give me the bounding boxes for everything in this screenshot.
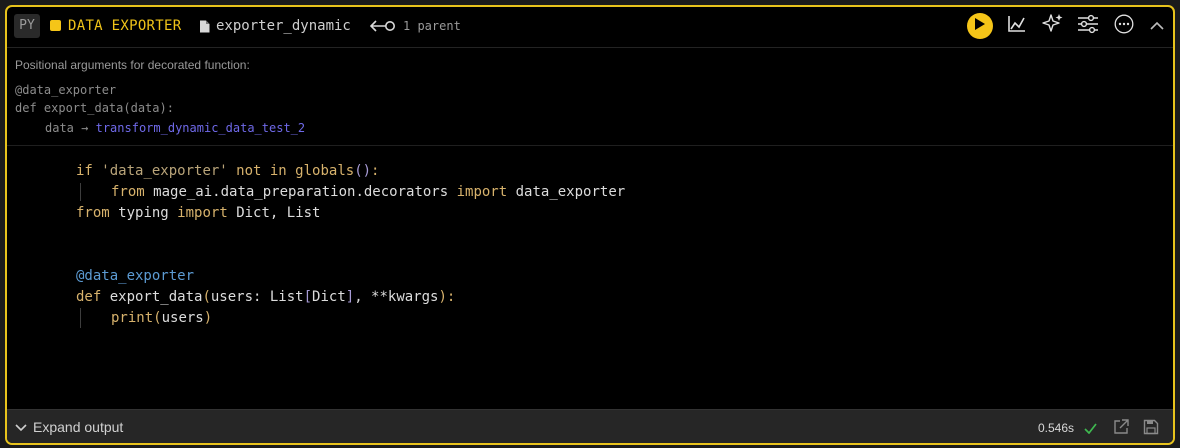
chart-button[interactable]	[1004, 13, 1030, 39]
arguments-decorator: @data_exporter	[15, 83, 117, 97]
code-block-cell[interactable]: PY DATA EXPORTER exporter_dynamic 1 pare…	[5, 5, 1175, 445]
code-line-7: def export_data(users: List[Dict], **kwa…	[76, 289, 456, 305]
file-icon	[199, 20, 210, 38]
expand-output-label: Expand output	[33, 419, 124, 435]
parent-link-icon	[369, 19, 396, 38]
output-footer: Expand output 0.546s	[7, 409, 1173, 443]
arrow-icon: →	[81, 121, 89, 135]
more-options-button[interactable]	[1111, 13, 1137, 39]
expand-output-button[interactable]: Expand output	[15, 418, 123, 436]
open-external-icon[interactable]	[1113, 419, 1129, 440]
code-line-8: print(users)	[111, 310, 213, 326]
positional-arguments-panel: Positional arguments for decorated funct…	[7, 48, 1173, 146]
language-badge: PY	[14, 14, 40, 38]
more-icon	[1114, 14, 1134, 39]
code-line-2: from mage_ai.data_preparation.decorators…	[111, 184, 626, 200]
run-block-button[interactable]	[967, 13, 993, 39]
argument-name: data	[45, 121, 74, 135]
indent-guide	[80, 183, 81, 201]
chart-icon	[1007, 15, 1027, 38]
chevron-down-icon	[15, 419, 33, 435]
indent-guide	[80, 308, 81, 328]
code-line-1: if 'data_exporter' not in globals():	[76, 163, 380, 179]
arguments-title: Positional arguments for decorated funct…	[15, 58, 250, 72]
block-type-label: DATA EXPORTER	[68, 18, 182, 34]
chevron-up-icon	[1150, 17, 1164, 35]
parent-count[interactable]: 1 parent	[403, 18, 461, 34]
execution-time: 0.546s	[1038, 421, 1075, 435]
block-file-name[interactable]: exporter_dynamic	[216, 17, 351, 35]
upstream-block-link[interactable]: transform_dynamic_data_test_2	[96, 121, 306, 135]
success-check-icon	[1084, 421, 1097, 439]
play-icon	[974, 17, 986, 36]
code-editor[interactable]: if 'data_exporter' not in globals(): fro…	[7, 146, 1173, 408]
block-header: PY DATA EXPORTER exporter_dynamic 1 pare…	[7, 7, 1173, 48]
ai-assist-button[interactable]	[1040, 13, 1066, 39]
sliders-icon	[1077, 14, 1099, 39]
code-line-3: from typing import Dict, List	[76, 205, 321, 221]
collapse-block-button[interactable]	[1144, 13, 1170, 39]
save-icon[interactable]	[1143, 419, 1159, 440]
sparkle-icon	[1042, 13, 1064, 40]
argument-row: data → transform_dynamic_data_test_2	[45, 120, 305, 136]
block-type-color-swatch	[50, 20, 61, 31]
settings-button[interactable]	[1075, 13, 1101, 39]
code-line-6: @data_exporter	[76, 268, 195, 284]
arguments-signature: def export_data(data):	[15, 101, 174, 115]
